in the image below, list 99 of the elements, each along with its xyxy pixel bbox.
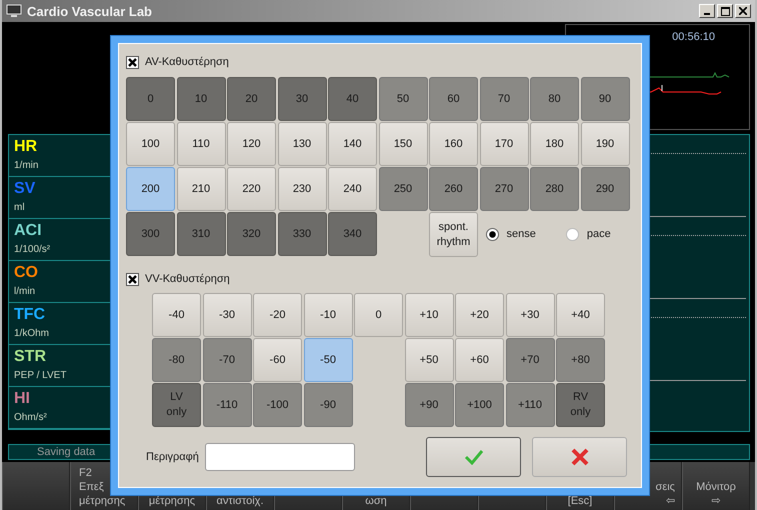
delay-value-button[interactable]: 260 [429,167,478,211]
parameter-unit: Ohm/s² [14,412,47,423]
parameter-name: ACI [14,221,42,241]
delay-value-button[interactable]: 90 [580,77,630,121]
delay-value-button[interactable]: 40 [328,77,377,121]
delay-value-button[interactable]: 250 [378,167,428,211]
radio-label: pace [586,228,611,240]
delay-value-button[interactable]: 220 [227,167,276,211]
parameter-unit: 1/min [14,160,38,171]
delay-value-button[interactable]: +20 [455,293,504,337]
delay-value-button[interactable]: +30 [506,293,554,337]
close-button[interactable] [735,4,751,18]
description-field[interactable] [204,443,355,471]
delay-value-button[interactable]: 330 [278,212,326,256]
delay-value-button[interactable]: +100 [455,383,504,427]
delay-value-button[interactable]: 270 [480,167,528,211]
parameter-name: CO [14,263,38,283]
timer: 00:56:10 [672,31,715,43]
delay-value-button[interactable]: 10 [176,77,226,121]
parameter-name: HR [14,137,38,157]
confirm-button[interactable] [426,437,521,477]
delay-value-button[interactable]: -80 [152,338,201,382]
radio-button[interactable] [566,228,579,240]
delay-value-button[interactable]: +60 [455,338,504,382]
delay-value-button[interactable]: +10 [404,293,454,337]
delay-value-button[interactable]: 20 [227,77,276,121]
parameter-unit: 1/100/s² [14,244,50,255]
delay-value-button[interactable]: 30 [278,77,326,121]
field-label: Περιγραφή [146,451,199,463]
delay-value-button[interactable]: 310 [176,212,226,256]
close-icon [739,7,747,15]
delay-value-button[interactable]: 100 [126,122,175,166]
delay-value-button[interactable]: 130 [278,122,326,166]
parameter-name: SV [14,179,36,199]
delay-value-button[interactable]: 50 [378,77,428,121]
parameter-unit: ml [14,202,25,213]
delay-value-button[interactable]: 70 [480,77,528,121]
delay-value-button[interactable]: 240 [328,167,377,211]
delay-value-button[interactable]: 140 [328,122,377,166]
radio-label: sense [506,228,536,240]
delay-value-button[interactable]: 150 [378,122,428,166]
parameter-unit: PEP / LVET [14,370,66,381]
parameter-name: STR [14,347,46,367]
delay-value-button[interactable]: -30 [202,293,252,337]
delay-value-button[interactable]: -10 [304,293,352,337]
delay-value-button[interactable]: -20 [253,293,302,337]
delay-value-button[interactable]: +90 [404,383,454,427]
delay-value-button[interactable]: -50 [304,338,352,382]
delay-value-button[interactable]: 190 [580,122,630,166]
parameter-unit: l/min [14,286,36,297]
delay-value-button[interactable]: +50 [404,338,454,382]
close-icon [570,448,588,466]
delay-value-button[interactable]: 210 [176,167,226,211]
window-title: Cardio Vascular Lab [27,4,152,18]
monitor-icon [6,4,22,18]
delay-value-button[interactable]: 340 [328,212,377,256]
delay-value-button[interactable]: -60 [253,338,302,382]
delay-value-button[interactable]: 0 [354,293,403,337]
delay-value-button[interactable]: 290 [580,167,630,211]
delay-value-button[interactable]: 300 [126,212,175,256]
delay-value-button[interactable]: -40 [152,293,201,337]
checkbox[interactable] [126,272,139,286]
delay-value-button[interactable]: 320 [227,212,276,256]
radio-button[interactable] [486,228,498,240]
delay-value-button[interactable]: 230 [278,167,326,211]
delay-value-button[interactable]: +70 [506,338,554,382]
function-key[interactable]: Μόνιτορ ⇨ [682,462,750,510]
spont-rhythm-button[interactable]: spont. rhythm [429,212,478,257]
delay-value-button[interactable]: 120 [227,122,276,166]
delay-value-button[interactable]: 180 [530,122,579,166]
parameter-name: HI [14,389,30,409]
checkbox-label: VV-Καθυστέρηση [145,273,230,285]
parameter-name: TFC [14,305,46,325]
minimize-button[interactable] [699,4,715,18]
parameter-unit: 1/kOhm [14,328,50,339]
delay-value-button[interactable]: +80 [556,338,605,382]
delay-value-button[interactable]: 0 [126,77,175,121]
maximize-icon [720,6,730,16]
status-text: Saving data [37,446,96,458]
delay-value-button[interactable]: +110 [506,383,554,427]
checkbox-label: AV-Καθυστέρηση [145,56,229,68]
delay-value-button[interactable]: RV only [556,383,605,427]
maximize-button[interactable] [717,4,733,18]
cancel-button[interactable] [532,437,627,477]
delay-value-button[interactable]: 280 [530,167,579,211]
checkmark-icon [464,449,484,465]
delay-value-button[interactable]: -90 [304,383,352,427]
delay-value-button[interactable]: +40 [556,293,605,337]
delay-value-button[interactable]: -100 [253,383,302,427]
checkbox[interactable] [126,56,139,68]
delay-value-button[interactable]: 160 [429,122,478,166]
delay-value-button[interactable]: LV only [152,383,201,427]
delay-value-button[interactable]: 80 [530,77,579,121]
delay-value-button[interactable]: 200 [126,167,175,211]
delay-value-button[interactable]: -110 [202,383,252,427]
delay-value-button[interactable]: 110 [176,122,226,166]
delay-value-button[interactable]: 170 [480,122,528,166]
delay-value-button[interactable]: -70 [202,338,252,382]
delay-value-button[interactable]: 60 [429,77,478,121]
